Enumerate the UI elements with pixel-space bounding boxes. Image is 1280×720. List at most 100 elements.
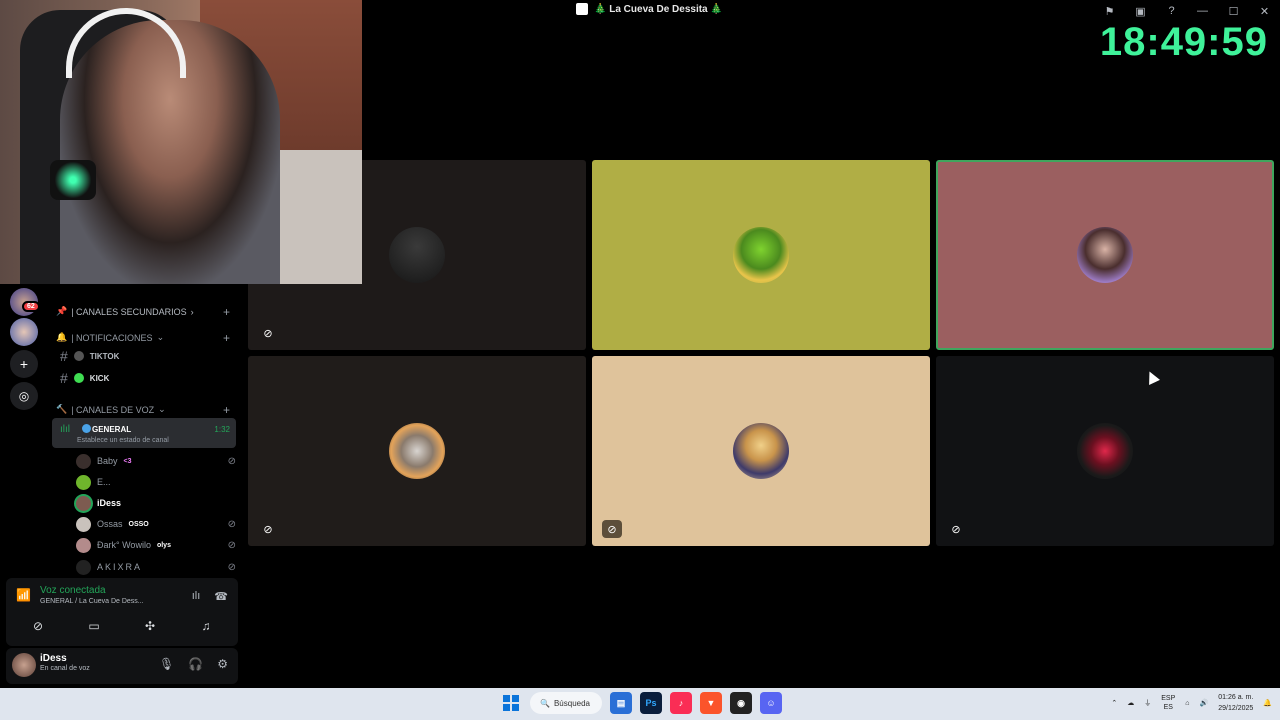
channel-label: KICK — [89, 373, 110, 383]
muted-icon: ⊘ — [602, 520, 622, 538]
chevron-down-icon: ⌄ — [158, 404, 166, 414]
user-controls: 🎙 🎧 ⚙ — [159, 657, 228, 671]
avatar — [76, 559, 91, 575]
file-explorer-icon[interactable]: ▤ — [610, 692, 632, 714]
muted-icon: ⊘ — [227, 561, 236, 573]
member-name: Ðark° Wowilo — [97, 540, 151, 550]
voice-channel-status[interactable]: Establece un estado de canal — [77, 437, 169, 444]
voice-status-subtitle[interactable]: GENERAL / La Cueva De Dess... — [40, 598, 144, 605]
video-tile[interactable]: ⊘ — [936, 356, 1274, 546]
voice-member[interactable]: Ðark° Wowilo olys ⊘ — [76, 536, 236, 554]
taskbar-date: 29/12/2025 — [1218, 705, 1254, 712]
voice-member[interactable]: iDess — [76, 494, 236, 512]
voice-connection-panel: 📶 Voz conectada GENERAL / La Cueva De De… — [6, 578, 238, 646]
avatar[interactable] — [12, 653, 36, 677]
discover-icon[interactable]: ◎ — [10, 382, 38, 410]
channel-emoji-icon — [73, 373, 84, 383]
member-tag: <3 — [123, 457, 132, 465]
language-indicator[interactable]: ESP ES — [1161, 694, 1175, 712]
add-channel-icon[interactable]: + — [223, 305, 230, 319]
server-item[interactable] — [10, 318, 38, 346]
minimize-button[interactable]: — — [1187, 5, 1218, 17]
gear-icon[interactable]: ⚙ — [217, 657, 228, 671]
participant-avatar — [733, 423, 789, 479]
member-name: iDess — [97, 498, 122, 508]
close-button[interactable]: ✕ — [1249, 5, 1280, 18]
taskbar: 🔍 Búsqueda ▤ Ps ♪ ▼ ◉ ☺ ⌃ ☁ ⏚ ESP ES ⌂ 🔊… — [0, 688, 1280, 720]
activities-button[interactable]: ✣ — [127, 614, 173, 638]
music-icon[interactable]: ♪ — [670, 692, 692, 714]
avatar — [76, 453, 91, 469]
channel-label: TIKTOK — [89, 351, 120, 361]
inbox-icon[interactable]: ⚑ — [1094, 5, 1125, 18]
brave-icon[interactable]: ▼ — [700, 692, 722, 714]
server-icon — [576, 3, 588, 15]
pin-icon: 📌 — [56, 306, 68, 316]
voice-member[interactable]: E... — [76, 473, 236, 491]
usb-icon[interactable]: ⏚ — [1144, 698, 1151, 708]
video-tile[interactable]: ⊘ — [592, 356, 930, 546]
video-tile-speaking[interactable] — [936, 160, 1274, 350]
voice-member[interactable]: Baby <3 ⊘ — [76, 452, 236, 470]
disconnect-icon[interactable]: ☎ — [214, 590, 228, 603]
soundboard-button[interactable]: ♫ — [183, 614, 229, 638]
cloud-icon[interactable]: ☁ — [1127, 699, 1134, 707]
category-voice[interactable]: 🔨 | CANALES DE VOZ ⌄ + — [56, 403, 236, 417]
voice-wave-icon: ılıl — [60, 424, 70, 435]
network-icon[interactable]: ⌂ — [1185, 700, 1189, 707]
screen-share-button[interactable]: ▭ — [71, 614, 117, 638]
search-icon: 🔍 — [540, 698, 550, 708]
voice-channel-general[interactable]: ılıl GENERAL 1:32 Establece un estado de… — [52, 418, 236, 448]
member-name: Ossas — [97, 519, 123, 529]
channel-tiktok[interactable]: # TIKTOK — [60, 348, 119, 364]
voice-status-title: Voz conectada — [40, 585, 106, 596]
camera-off-button[interactable]: ⊘ — [15, 614, 61, 638]
avatar — [76, 516, 91, 532]
voice-member[interactable]: AKIXRA ⊘ — [76, 558, 236, 576]
voice-panel-controls: ılı ☎ — [192, 590, 228, 603]
titlebar-controls: ⚑ ▣ ? — ☐ ✕ — [1094, 0, 1280, 22]
member-name: Baby — [97, 456, 118, 466]
noise-suppression-icon[interactable]: ılı — [192, 590, 201, 603]
windows-start-icon[interactable] — [500, 692, 522, 714]
add-channel-icon[interactable]: + — [223, 331, 230, 345]
hammer-icon: 🔨 — [56, 404, 68, 414]
chevron-up-icon[interactable]: ⌃ — [1111, 699, 1117, 707]
obs-icon[interactable]: ◉ — [730, 692, 752, 714]
category-secondary[interactable]: 📌 | CANALES SECUNDARIOS › + — [56, 305, 236, 319]
participant-avatar — [1077, 227, 1133, 283]
channel-emoji-icon — [82, 424, 91, 433]
voice-member[interactable]: Ossas OSSO ⊘ — [76, 515, 236, 533]
voice-channel-name: GENERAL — [92, 425, 132, 434]
microphone-icon[interactable]: 🎙 — [159, 657, 174, 671]
taskbar-search[interactable]: 🔍 Búsqueda — [530, 692, 602, 714]
headphones-icon[interactable]: 🎧 — [188, 657, 203, 671]
notification-bell-icon[interactable]: 🔔 — [1263, 699, 1272, 707]
signal-icon[interactable]: 📶 — [16, 588, 31, 602]
screen-icon[interactable]: ▣ — [1125, 5, 1156, 18]
discord-icon[interactable]: ☺ — [760, 692, 782, 714]
muted-icon: ⊘ — [227, 455, 236, 467]
window-title-text: 🎄 La Cueva De Dessita 🎄 — [594, 3, 723, 15]
video-tile[interactable]: ⊘ — [248, 356, 586, 546]
photoshop-icon[interactable]: Ps — [640, 692, 662, 714]
add-server-icon[interactable]: + — [10, 350, 38, 378]
volume-icon[interactable]: 🔊 — [1200, 699, 1209, 707]
taskbar-apps: 🔍 Búsqueda ▤ Ps ♪ ▼ ◉ ☺ — [500, 692, 782, 714]
maximize-button[interactable]: ☐ — [1218, 5, 1249, 18]
muted-icon: ⊘ — [951, 523, 961, 536]
category-notifications[interactable]: 🔔 | NOTIFICACIONES ⌄ + — [56, 331, 236, 345]
video-tile[interactable] — [592, 160, 930, 350]
member-tag: olys — [156, 541, 171, 549]
help-icon[interactable]: ? — [1156, 5, 1187, 17]
channel-kick[interactable]: # KICK — [60, 370, 109, 386]
add-channel-icon[interactable]: + — [223, 403, 230, 417]
category-label: | CANALES SECUNDARIOS — [71, 306, 187, 317]
datetime[interactable]: 01:26 a. m. 29/12/2025 — [1218, 692, 1253, 714]
lang-code: ESP — [1161, 695, 1176, 702]
webcam-overlay — [0, 0, 362, 284]
channel-emoji-icon — [73, 351, 84, 361]
participant-avatar — [733, 227, 789, 283]
member-name: AKIXRA — [97, 562, 143, 572]
avatar — [76, 537, 91, 553]
